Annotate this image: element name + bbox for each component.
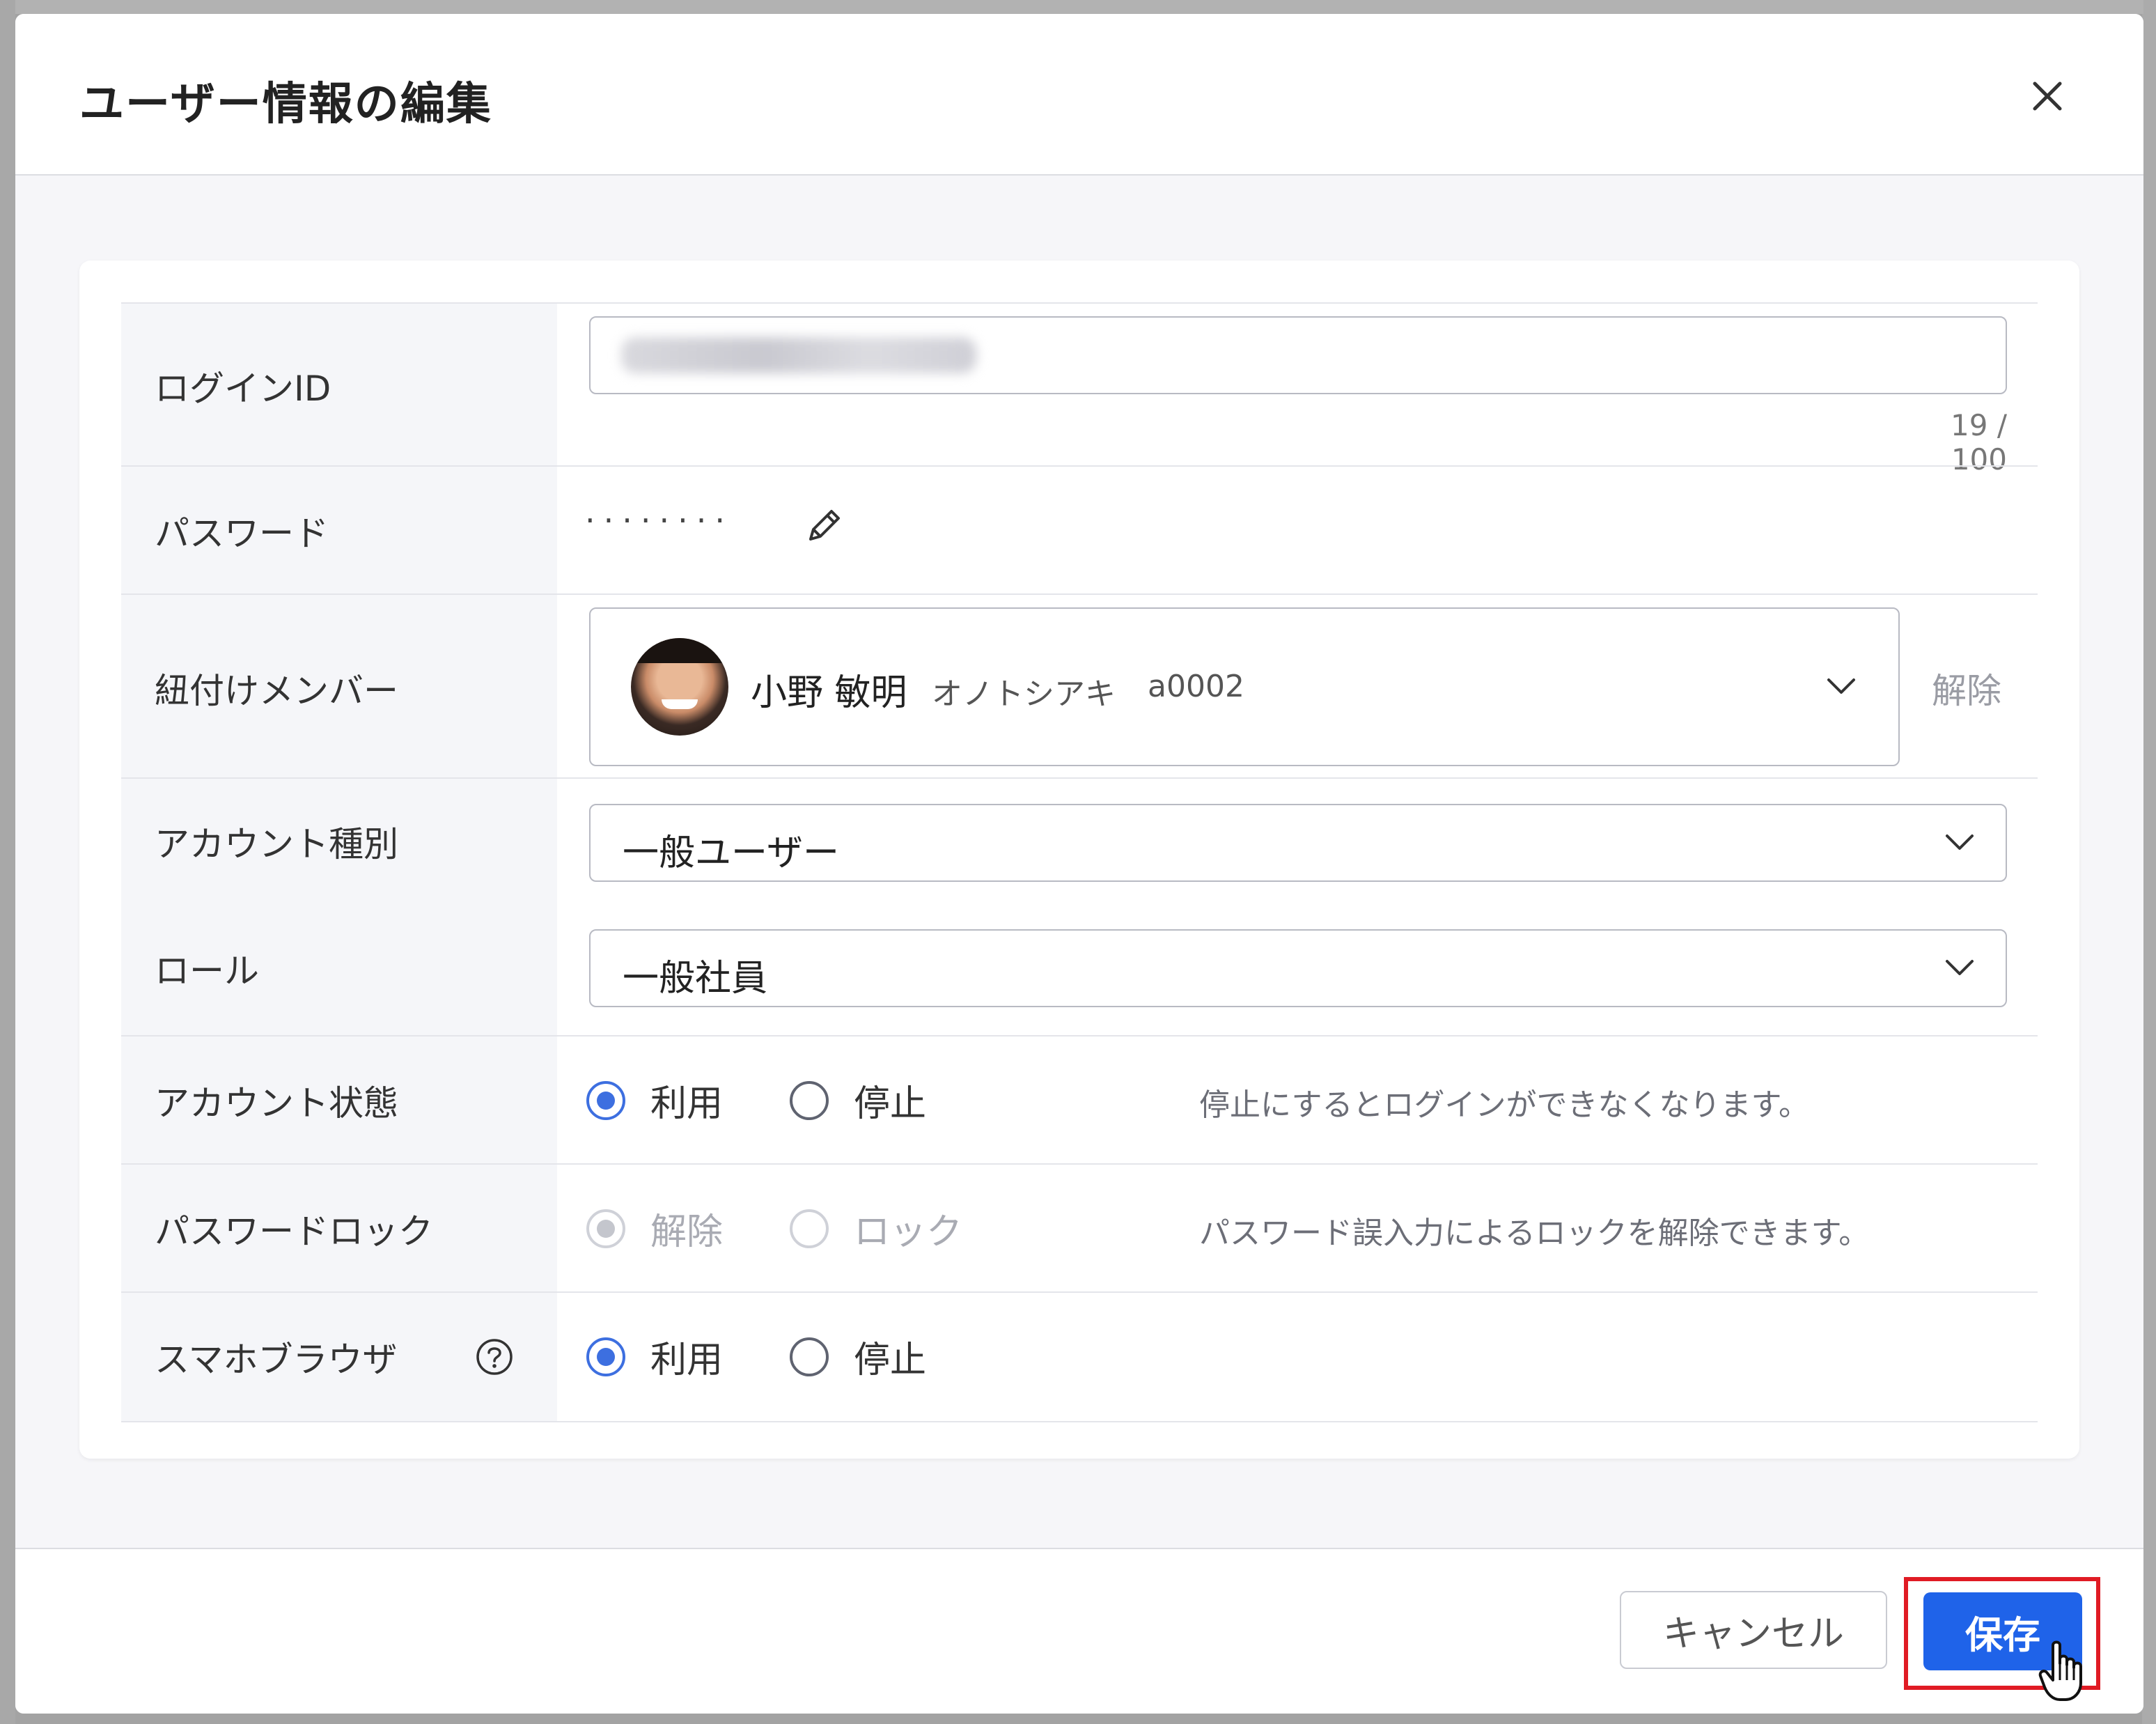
row-login-id: ログインID 19 / 100	[121, 302, 2038, 476]
pencil-icon	[809, 510, 840, 541]
password-masked: ········	[585, 502, 733, 539]
login-id-input[interactable]	[589, 316, 2007, 394]
row-password: パスワード ········	[121, 465, 2038, 595]
smartphone-browser-label: スマホブラウザ	[155, 1339, 398, 1380]
background-right-edge	[2142, 0, 2156, 1724]
password-lock-option-unlock: 解除	[650, 1211, 724, 1253]
label-cell: パスワード	[121, 467, 557, 595]
smartphone-browser-option-active[interactable]: 利用	[650, 1330, 723, 1383]
row-account-status: アカウント状態 利用 停止 停止にするとログインができなくなります。	[121, 1035, 2038, 1165]
account-status-radio-stopped[interactable]	[790, 1081, 829, 1120]
form-card: ログインID 19 / 100 パスワード ········ 紐付けメンバー 小…	[79, 261, 2079, 1459]
modal-footer: キャンセル 保存	[15, 1548, 2143, 1714]
member-name: 小野 敏明	[751, 672, 907, 714]
question-circle-icon[interactable]	[475, 1337, 514, 1376]
avatar	[631, 638, 728, 736]
password-lock-radio-lock	[790, 1209, 829, 1248]
account-type-value: 一般ユーザー	[623, 832, 839, 874]
role-select[interactable]: 一般社員	[589, 929, 2007, 1007]
role-label: ロール	[155, 951, 259, 991]
member-code: a0002	[1148, 669, 1244, 704]
chevron-down-icon	[1946, 834, 1974, 850]
member-label: 紐付けメンバー	[155, 671, 398, 711]
password-lock-option-lock: ロック	[854, 1211, 963, 1253]
hand-cursor-icon	[2038, 1640, 2082, 1701]
account-type-label: アカウント種別	[155, 824, 398, 864]
row-member: 紐付けメンバー 小野 敏明 オノトシアキ a0002 解除	[121, 593, 2038, 779]
account-status-option-active[interactable]: 利用	[650, 1074, 723, 1126]
modal-title: ユーザー情報の編集	[79, 79, 492, 130]
row-account-type-role: アカウント種別 ロール 一般ユーザー 一般社員	[121, 777, 2038, 1036]
member-kana: オノトシアキ	[932, 676, 1116, 712]
label-cell: スマホブラウザ	[121, 1293, 557, 1421]
account-type-select[interactable]: 一般ユーザー	[589, 804, 2007, 882]
account-status-label: アカウント状態	[155, 1083, 398, 1124]
login-id-value-blurred	[621, 337, 976, 373]
password-label: パスワード	[155, 513, 329, 554]
background-left-edge	[0, 0, 15, 1724]
label-cell: 紐付けメンバー	[121, 595, 557, 779]
login-id-label: ログインID	[155, 368, 331, 409]
close-icon	[2033, 81, 2062, 111]
password-lock-hint: パスワード誤入力によるロックを解除できます。	[1199, 1216, 1870, 1251]
chevron-down-icon	[1827, 678, 1855, 694]
password-lock-label: パスワードロック	[155, 1211, 433, 1252]
member-select[interactable]: 小野 敏明 オノトシアキ a0002	[589, 607, 1900, 766]
role-value: 一般社員	[623, 958, 768, 1000]
edit-password-button[interactable]	[801, 504, 845, 549]
label-cell: パスワードロック	[121, 1165, 557, 1293]
account-status-option-stopped[interactable]: 停止	[854, 1074, 926, 1126]
smartphone-browser-option-stopped[interactable]: 停止	[854, 1330, 926, 1383]
chevron-down-icon	[1946, 960, 1974, 975]
background-top-edge	[15, 0, 2143, 14]
label-cell: アカウント状態	[121, 1036, 557, 1165]
modal-header: ユーザー情報の編集	[15, 14, 2143, 176]
account-status-hint: 停止にするとログインができなくなります。	[1199, 1087, 1810, 1123]
label-cell: ログインID	[121, 304, 557, 467]
smartphone-browser-radio-active[interactable]	[586, 1337, 625, 1376]
row-smartphone-browser: スマホブラウザ 利用 停止	[121, 1291, 2038, 1422]
password-lock-radio-unlock	[586, 1209, 625, 1248]
smartphone-browser-radio-stopped[interactable]	[790, 1337, 829, 1376]
close-button[interactable]	[2021, 70, 2074, 123]
release-member-link[interactable]: 解除	[1932, 663, 2001, 713]
row-password-lock: パスワードロック 解除 ロック パスワード誤入力によるロックを解除できます。	[121, 1163, 2038, 1293]
label-cell: アカウント種別 ロール	[121, 779, 557, 1036]
account-status-radio-active[interactable]	[586, 1081, 625, 1120]
edit-user-modal: ユーザー情報の編集 ログインID 19 / 100 パスワード ········	[15, 14, 2143, 1714]
cancel-button[interactable]: キャンセル	[1620, 1591, 1887, 1669]
